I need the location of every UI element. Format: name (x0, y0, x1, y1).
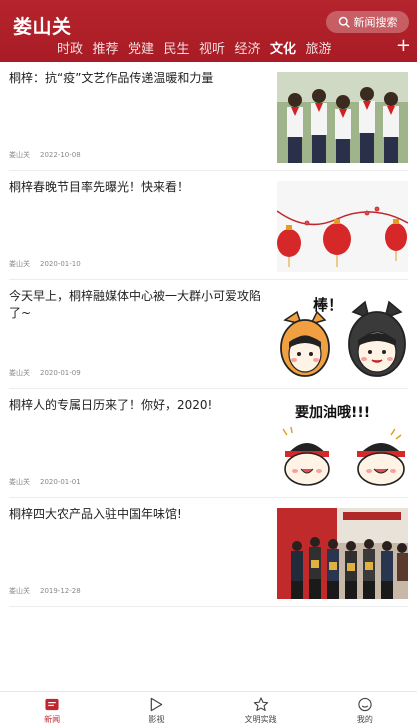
app-logo: 娄山关 (13, 16, 72, 38)
article-date: 2020-01-09 (40, 369, 81, 377)
tabbar-news[interactable]: 新闻 (0, 692, 104, 725)
article-title: 桐梓春晚节目率先曝光！快来看！ (9, 180, 190, 194)
list-item[interactable]: 今天早上，桐梓融媒体中心被一大群小可爱攻陷了~ 娄山关 2020-01-09 棒！ (9, 280, 408, 389)
tabbar-civilization[interactable]: 文明实践 (209, 692, 313, 725)
article-date: 2019-12-28 (40, 587, 81, 595)
smile-icon (358, 697, 372, 712)
tabbar-mine[interactable]: 我的 (313, 692, 417, 725)
article-title: 桐梓四大农产品入驻中国年味馆! (9, 507, 182, 521)
tab-tuijian[interactable]: 推荐 (93, 38, 129, 57)
add-tab-icon[interactable]: + (396, 37, 411, 55)
tab-minsheng[interactable]: 民生 (164, 38, 200, 57)
article-list: 桐梓：抗“疫”文艺作品传递温暖和力量 娄山关 2022-10-08 桐梓春晚节目率… (0, 62, 417, 607)
article-meta: 娄山关 2019-12-28 (9, 586, 81, 596)
tab-lvyou[interactable]: 旅游 (306, 38, 342, 57)
news-icon (45, 698, 59, 711)
app-header: 娄山关 新闻搜索 时政 推荐 党建 民生 视听 经济 文化 旅游 + (0, 0, 417, 62)
article-meta: 娄山关 2020-01-09 (9, 368, 81, 378)
cartoon-dogs-image: 棒！ (277, 290, 408, 381)
cartoon-cheer-image: 要加油哦!!! (277, 399, 408, 490)
lanterns-image (277, 181, 408, 272)
article-source: 娄山关 (9, 369, 30, 377)
article-title: 桐梓人的专属日历来了！你好，2020! (9, 398, 213, 412)
article-thumbnail: 要加油哦!!! (277, 399, 408, 490)
article-title: 桐梓：抗“疫”文艺作品传递温暖和力量 (9, 71, 214, 85)
group-photo-image (277, 508, 408, 599)
search-label: 新闻搜索 (353, 16, 398, 29)
play-icon (151, 697, 163, 712)
article-thumbnail: 棒！ (277, 290, 408, 381)
article-meta: 娄山关 2022-10-08 (9, 150, 81, 160)
article-thumbnail (277, 508, 408, 599)
tab-shiting[interactable]: 视听 (199, 38, 235, 57)
tabbar-video[interactable]: 影视 (104, 692, 208, 725)
tabbar-label: 新闻 (44, 715, 61, 724)
thumb-caption: 要加油哦!!! (295, 404, 370, 421)
list-item[interactable]: 桐梓人的专属日历来了！你好，2020! 娄山关 2020-01-01 要加油哦!!… (9, 389, 408, 498)
article-source: 娄山关 (9, 587, 30, 595)
tabbar-label: 文明实践 (244, 715, 277, 724)
tab-shizheng[interactable]: 时政 (57, 38, 93, 57)
article-thumbnail (277, 181, 408, 272)
article-date: 2020-01-01 (40, 478, 81, 486)
children-photo-image (277, 72, 408, 163)
news-search-button[interactable]: 新闻搜索 (326, 11, 409, 33)
article-date: 2020-01-10 (40, 260, 81, 268)
tabbar-label: 我的 (356, 715, 373, 724)
article-thumbnail (277, 72, 408, 163)
article-meta: 娄山关 2020-01-01 (9, 477, 81, 487)
article-meta: 娄山关 2020-01-10 (9, 259, 81, 269)
list-item[interactable]: 桐梓：抗“疫”文艺作品传递温暖和力量 娄山关 2022-10-08 (9, 62, 408, 171)
article-source: 娄山关 (9, 478, 30, 486)
list-item[interactable]: 桐梓春晚节目率先曝光！快来看！ 娄山关 2020-01-10 (9, 171, 408, 280)
tab-jingji[interactable]: 经济 (235, 38, 271, 57)
bottom-tab-bar: 新闻 影视 文明实践 我的 (0, 691, 417, 725)
tabbar-label: 影视 (148, 715, 165, 724)
article-source: 娄山关 (9, 151, 30, 159)
article-source: 娄山关 (9, 260, 30, 268)
article-title: 今天早上，桐梓融媒体中心被一大群小可爱攻陷了~ (9, 289, 262, 320)
tab-dangjian[interactable]: 党建 (128, 38, 164, 57)
article-date: 2022-10-08 (40, 151, 81, 159)
thumb-caption: 棒！ (313, 296, 343, 314)
tab-wenhua[interactable]: 文化 (270, 38, 306, 57)
star-icon (253, 697, 268, 711)
search-icon (338, 16, 350, 28)
category-tabs: 时政 推荐 党建 民生 视听 经济 文化 旅游 (57, 38, 341, 57)
list-item[interactable]: 桐梓四大农产品入驻中国年味馆! 娄山关 2019-12-28 (9, 498, 408, 607)
